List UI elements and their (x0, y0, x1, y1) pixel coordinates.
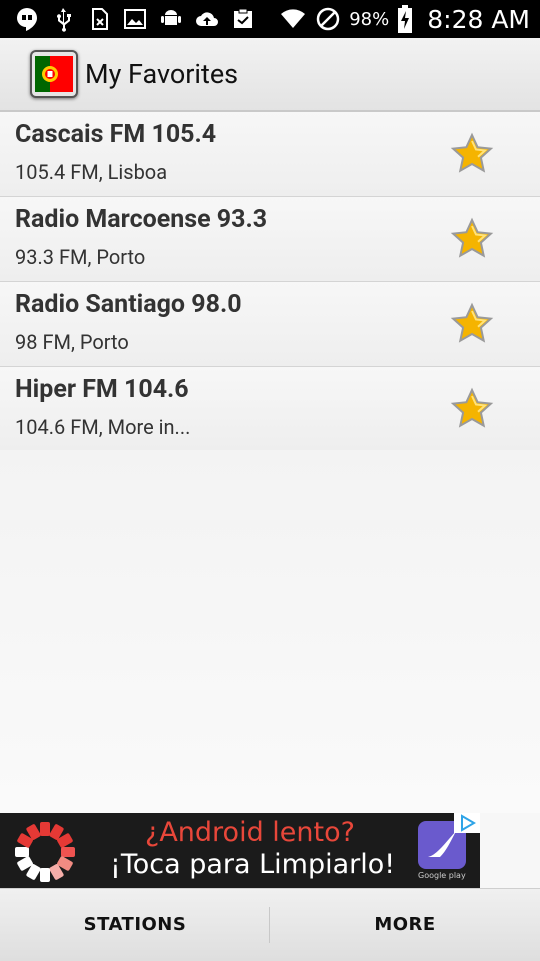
list-item[interactable]: Radio Santiago 98.0 98 FM, Porto (0, 282, 540, 367)
star-icon[interactable] (450, 387, 494, 431)
tab-more[interactable]: MORE (270, 889, 540, 961)
station-frequency: 93.3 FM, Porto (15, 245, 146, 269)
star-icon[interactable] (450, 217, 494, 261)
bottom-tab-bar: STATIONS MORE (0, 888, 540, 961)
portugal-flag-icon[interactable] (30, 50, 78, 98)
tab-stations[interactable]: STATIONS (0, 889, 270, 961)
spinner-icon (15, 822, 75, 882)
ad-banner[interactable]: ¿Android lento? ¡Toca para Limpiarlo! Go… (0, 813, 480, 888)
ad-margin (480, 813, 540, 888)
clipboard-icon (234, 8, 252, 28)
android-icon (161, 10, 181, 25)
adchoices-icon[interactable] (454, 813, 480, 833)
status-bar: 98% 8:28 AM (0, 0, 540, 38)
station-name: Radio Marcoense 93.3 (15, 205, 268, 234)
do-not-disturb-icon (316, 7, 340, 31)
station-frequency: 105.4 FM, Lisboa (15, 160, 168, 184)
station-name: Radio Santiago 98.0 (15, 290, 242, 319)
station-frequency: 104.6 FM, More in... (15, 415, 191, 439)
star-icon[interactable] (450, 302, 494, 346)
clock: 8:28 AM (427, 4, 530, 34)
hangouts-icon (17, 8, 37, 31)
notification-icons (14, 6, 256, 32)
list-item[interactable]: Cascais FM 105.4 105.4 FM, Lisboa (0, 112, 540, 197)
list-item[interactable]: Radio Marcoense 93.3 93.3 FM, Porto (0, 197, 540, 282)
google-play-badge: Google play (418, 871, 466, 880)
battery-charging-icon (398, 5, 413, 33)
station-name: Cascais FM 105.4 (15, 120, 217, 149)
favorites-list: Cascais FM 105.4 105.4 FM, Lisboa Radio … (0, 112, 540, 452)
list-item[interactable]: Hiper FM 104.6 104.6 FM, More in... (0, 367, 540, 452)
ad-headline: ¿Android lento? (145, 817, 355, 848)
action-bar: My Favorites (0, 38, 540, 112)
battery-percent: 98% (349, 8, 390, 30)
sim-icon (92, 8, 108, 30)
image-icon (124, 9, 146, 29)
usb-icon (57, 8, 71, 32)
wifi-icon (281, 9, 306, 28)
station-name: Hiper FM 104.6 (15, 375, 189, 404)
upload-icon (196, 12, 218, 26)
ad-subline: ¡Toca para Limpiarlo! (110, 849, 396, 880)
station-frequency: 98 FM, Porto (15, 330, 129, 354)
page-title: My Favorites (85, 58, 239, 90)
empty-space (0, 450, 540, 813)
star-icon[interactable] (450, 132, 494, 176)
status-right: 98% 8:28 AM (279, 0, 530, 38)
